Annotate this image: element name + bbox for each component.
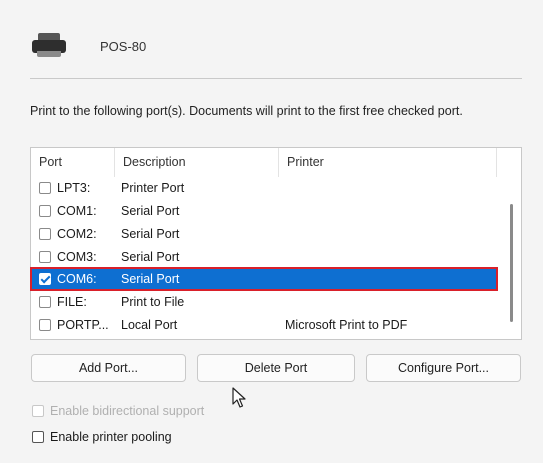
divider bbox=[30, 78, 522, 79]
ports-instructions: Print to the following port(s). Document… bbox=[30, 104, 463, 118]
port-description: Print to File bbox=[121, 295, 185, 309]
printer-icon bbox=[32, 33, 66, 59]
port-row[interactable]: LPT3: Printer Port bbox=[31, 177, 497, 199]
port-name: COM2: bbox=[57, 227, 97, 241]
port-name: COM3: bbox=[57, 250, 97, 264]
column-header-printer[interactable]: Printer bbox=[279, 148, 497, 177]
port-printer: Microsoft Print to PDF bbox=[285, 318, 408, 332]
printer-name: POS-80 bbox=[100, 38, 147, 54]
column-header-port[interactable]: Port bbox=[31, 148, 115, 177]
printer-pooling-label: Enable printer pooling bbox=[50, 430, 172, 444]
port-name: LPT3: bbox=[57, 181, 91, 195]
port-checkbox[interactable] bbox=[39, 319, 51, 331]
port-name: COM6: bbox=[57, 272, 97, 286]
add-port-button[interactable]: Add Port... bbox=[31, 354, 186, 382]
column-header-description[interactable]: Description bbox=[115, 148, 279, 177]
port-row-selected[interactable]: COM6: Serial Port bbox=[30, 267, 498, 291]
port-row[interactable]: FILE: Print to File bbox=[31, 291, 497, 313]
port-checkbox[interactable] bbox=[39, 182, 51, 194]
port-description: Serial Port bbox=[121, 227, 180, 241]
port-name: PORTP... bbox=[57, 318, 109, 332]
port-checkbox[interactable] bbox=[39, 251, 51, 263]
port-description: Serial Port bbox=[121, 204, 180, 218]
port-description: Serial Port bbox=[121, 272, 180, 286]
delete-port-button[interactable]: Delete Port bbox=[197, 354, 355, 382]
bidirectional-support-label: Enable bidirectional support bbox=[50, 404, 205, 418]
printer-pooling-checkbox[interactable] bbox=[32, 431, 44, 443]
port-row[interactable]: COM1: Serial Port bbox=[31, 200, 497, 222]
port-description: Local Port bbox=[121, 318, 178, 332]
port-name: COM1: bbox=[57, 204, 97, 218]
list-header: Port Description Printer bbox=[31, 148, 497, 177]
port-description: Serial Port bbox=[121, 250, 180, 264]
port-description: Printer Port bbox=[121, 181, 185, 195]
ports-panel: POS-80 Print to the following port(s). D… bbox=[0, 0, 543, 463]
port-checkbox-checked[interactable] bbox=[39, 273, 51, 285]
printer-header: POS-80 bbox=[32, 28, 146, 64]
port-list[interactable]: Port Description Printer LPT3: Printer P… bbox=[30, 147, 522, 340]
port-checkbox[interactable] bbox=[39, 205, 51, 217]
configure-port-button[interactable]: Configure Port... bbox=[366, 354, 521, 382]
port-row[interactable]: PORTP... Local Port Microsoft Print to P… bbox=[31, 314, 497, 336]
list-scrollbar[interactable] bbox=[510, 204, 513, 322]
port-row[interactable]: COM2: Serial Port bbox=[31, 223, 497, 245]
printer-pooling-option[interactable]: Enable printer pooling bbox=[32, 430, 172, 444]
bidirectional-support-checkbox bbox=[32, 405, 44, 417]
port-checkbox[interactable] bbox=[39, 296, 51, 308]
port-checkbox[interactable] bbox=[39, 228, 51, 240]
bidirectional-support-option: Enable bidirectional support bbox=[32, 404, 204, 418]
port-name: FILE: bbox=[57, 295, 87, 309]
mouse-cursor-icon bbox=[232, 387, 246, 408]
port-row[interactable]: COM3: Serial Port bbox=[31, 246, 497, 268]
